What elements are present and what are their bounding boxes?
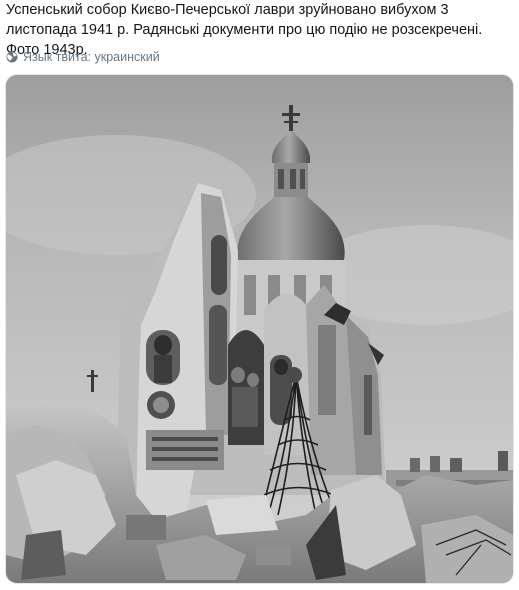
tweet-photo[interactable] [5, 74, 514, 584]
tweet-language-indicator[interactable]: Язык твита: украинский [6, 48, 160, 66]
tweet-language-label[interactable]: Язык твита: украинский [23, 50, 160, 64]
cathedral-ruins-photo [6, 75, 513, 583]
globe-icon [6, 51, 18, 63]
tweet: Успенський собор Києво-Печерської лаври … [0, 0, 519, 590]
tweet-bottom-spacer [0, 584, 519, 590]
